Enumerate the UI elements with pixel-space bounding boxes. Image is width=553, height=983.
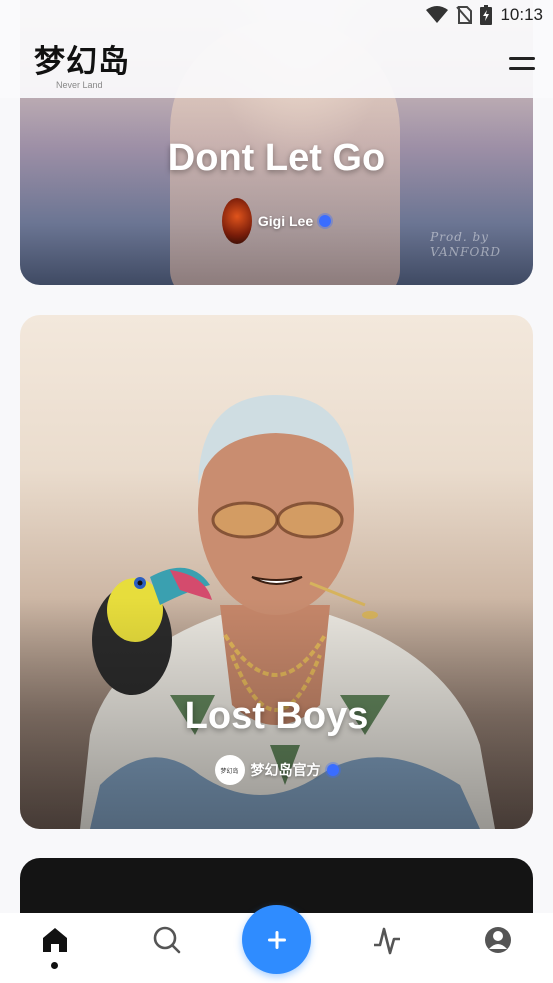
verified-badge-icon: [319, 215, 332, 227]
app-logo[interactable]: 梦幻岛: [34, 36, 130, 81]
avatar[interactable]: [221, 198, 252, 244]
battery-charging-icon: [480, 5, 493, 25]
artist-name[interactable]: Gigi Lee: [258, 213, 313, 229]
song-title: Lost Boys: [184, 695, 369, 737]
cover-text-line: VANFORD: [430, 245, 501, 259]
profile-icon: [485, 927, 511, 953]
wifi-icon: [426, 6, 449, 23]
status-icons: 10:13: [426, 4, 543, 26]
active-indicator: [51, 962, 58, 969]
nav-activity[interactable]: [372, 925, 402, 955]
nav-search[interactable]: [152, 925, 182, 955]
menu-button[interactable]: [509, 54, 537, 74]
artist-row[interactable]: 梦幻岛 梦幻岛官方: [20, 755, 533, 785]
artist-name[interactable]: 梦幻岛官方: [251, 760, 321, 780]
cover-art: [20, 315, 533, 829]
verified-badge-icon: [326, 764, 339, 776]
home-icon: [43, 928, 67, 952]
song-title: Dont Let Go: [167, 137, 386, 179]
menu-icon-line: [509, 67, 535, 70]
menu-icon: [509, 57, 535, 60]
search-icon: [153, 926, 181, 954]
status-bar: 10:13: [0, 0, 553, 30]
app-logo-subtitle: Never Land: [56, 80, 103, 90]
activity-icon: [374, 927, 400, 955]
nav-home[interactable]: [40, 925, 70, 955]
artist-row[interactable]: Gigi Lee: [20, 198, 533, 244]
app-screen: 10:13 梦幻岛 Never Land Prod. by VANFORD Do…: [0, 0, 553, 983]
status-time: 10:13: [500, 5, 543, 24]
avatar[interactable]: 梦幻岛: [214, 755, 245, 785]
create-button[interactable]: [242, 905, 311, 974]
nav-profile[interactable]: [483, 925, 513, 955]
add-icon: [267, 930, 286, 949]
song-card[interactable]: Lost Boys 梦幻岛 梦幻岛官方: [20, 315, 533, 829]
no-sim-icon: [456, 6, 473, 24]
